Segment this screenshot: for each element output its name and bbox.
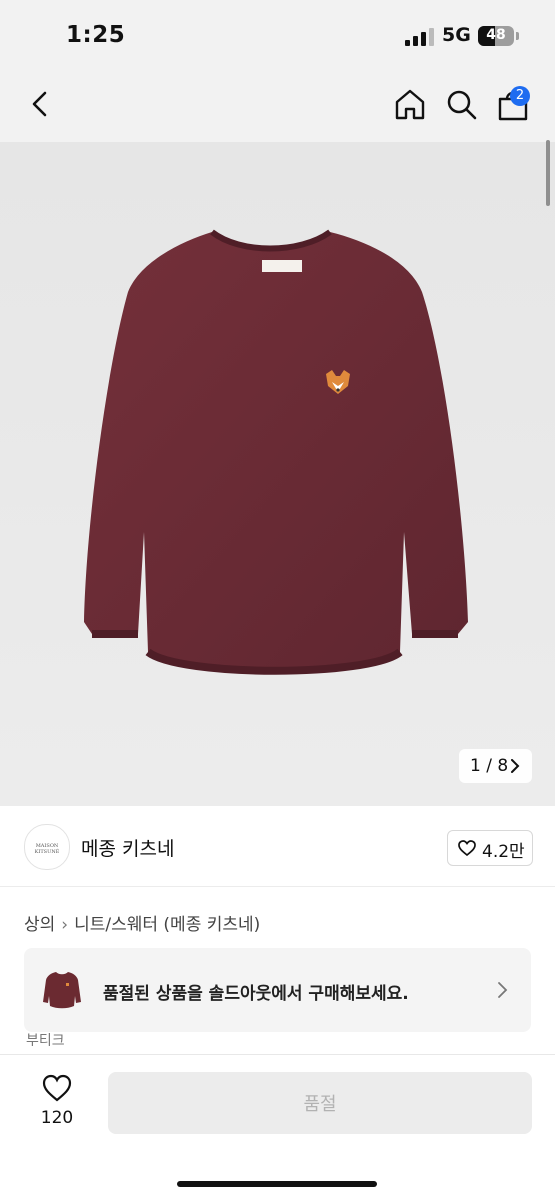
- brand-row[interactable]: MAISON KITSUNÉ 메종 키츠네 4.2만: [0, 806, 555, 887]
- breadcrumb-category[interactable]: 상의: [24, 915, 55, 935]
- status-bar: 1:25 5G 48: [0, 0, 555, 72]
- soldout-banner-text: 품절된 상품을 솔드아웃에서 구매해보세요.: [103, 984, 409, 1004]
- battery-nub: [516, 32, 519, 40]
- cart-count-badge: 2: [510, 86, 530, 106]
- chevron-right-icon: [511, 759, 520, 773]
- brand-logo-text: MAISON KITSUNÉ: [34, 843, 60, 855]
- brand-like-count: 4.2만: [482, 842, 525, 862]
- battery-level: 48: [486, 27, 506, 43]
- sweater-thumbnail: [43, 972, 81, 1009]
- chevron-right-icon: [498, 982, 508, 998]
- wishlist-count: 120: [40, 1108, 74, 1128]
- wishlist-button[interactable]: [36, 1074, 78, 1106]
- back-icon[interactable]: [28, 90, 52, 122]
- soldout-button[interactable]: 품절: [108, 1072, 532, 1134]
- network-label: 5G: [442, 24, 471, 46]
- signal-icon: [405, 28, 435, 46]
- home-indicator[interactable]: [177, 1181, 377, 1187]
- scrollbar[interactable]: [546, 140, 550, 206]
- heart-icon: [458, 840, 476, 856]
- brand-logo[interactable]: MAISON KITSUNÉ: [24, 824, 70, 870]
- partial-label: 부티크: [26, 1033, 65, 1046]
- search-icon[interactable]: [445, 88, 479, 126]
- soldout-banner[interactable]: 품절된 상품을 솔드아웃에서 구매해보세요.: [24, 948, 531, 1032]
- breadcrumb: 상의 › 니트/스웨터 (메종 키츠네): [24, 910, 260, 935]
- brand-like-button[interactable]: 4.2만: [447, 830, 533, 866]
- breadcrumb-subcategory[interactable]: 니트/스웨터 (메종 키츠네): [74, 915, 260, 935]
- brand-name[interactable]: 메종 키츠네: [81, 834, 174, 861]
- battery-icon: 48: [478, 26, 514, 46]
- heart-icon: [42, 1074, 72, 1102]
- chevron-right-icon: ›: [61, 915, 69, 935]
- sweater-image: [84, 229, 468, 675]
- image-counter-label: 1 / 8: [470, 756, 509, 776]
- product-image[interactable]: [0, 142, 555, 806]
- home-icon[interactable]: [393, 87, 427, 125]
- status-time: 1:25: [66, 22, 126, 48]
- image-counter[interactable]: 1 / 8: [459, 749, 532, 783]
